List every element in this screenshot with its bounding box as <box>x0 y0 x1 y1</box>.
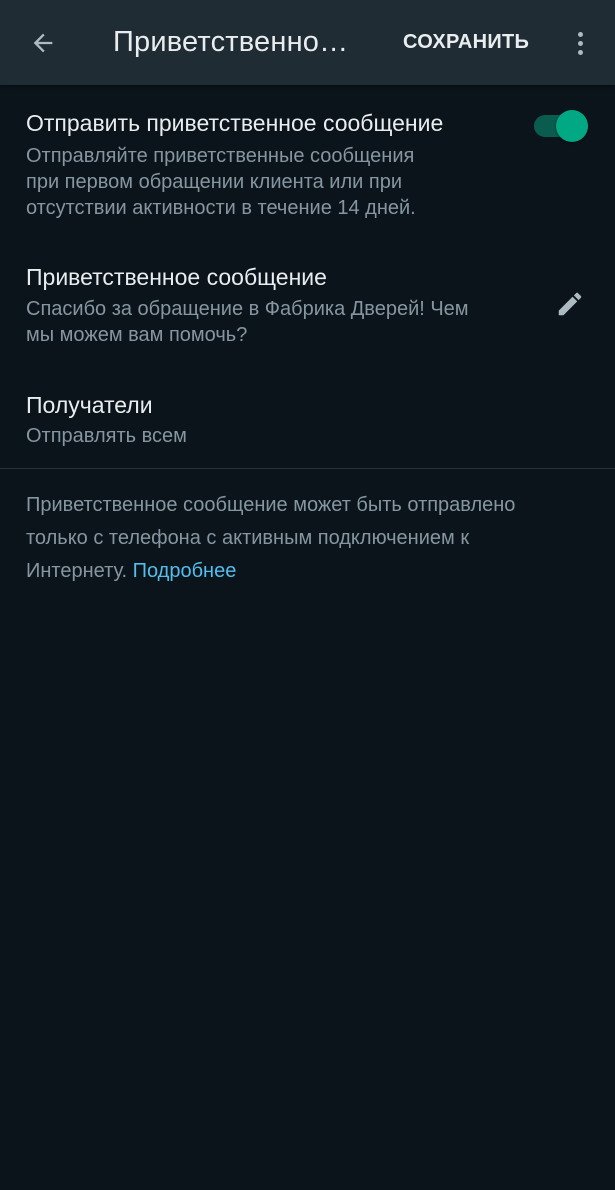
save-button[interactable]: СОХРАНИТЬ <box>403 31 529 54</box>
app-bar: Приветственно… СОХРАНИТЬ <box>0 0 615 85</box>
divider <box>0 468 615 469</box>
greeting-toggle-switch[interactable] <box>534 110 588 142</box>
recipients-value: Отправлять всем <box>26 425 187 447</box>
footer-note: Приветственное сообщение может быть отпр… <box>26 494 516 582</box>
arrow-left-icon <box>33 33 53 53</box>
greeting-toggle-description: Отправляйте приветственные сообщения при… <box>26 145 416 219</box>
edit-message-button[interactable] <box>552 286 588 322</box>
toggle-knob <box>556 110 588 142</box>
greeting-toggle-title: Отправить приветственное сообщение <box>26 110 444 136</box>
pencil-icon <box>558 292 582 316</box>
more-vert-icon <box>577 31 583 37</box>
greeting-message-title: Приветственное сообщение <box>26 264 327 290</box>
back-button[interactable] <box>18 20 68 66</box>
learn-more-link[interactable]: Подробнее <box>133 560 237 582</box>
page-title: Приветственно… <box>113 26 349 58</box>
greeting-message-text: Спасибо за обращение в Фабрика Дверей! Ч… <box>26 298 469 346</box>
more-options-button[interactable] <box>562 22 598 64</box>
recipients-title: Получатели <box>26 392 153 418</box>
